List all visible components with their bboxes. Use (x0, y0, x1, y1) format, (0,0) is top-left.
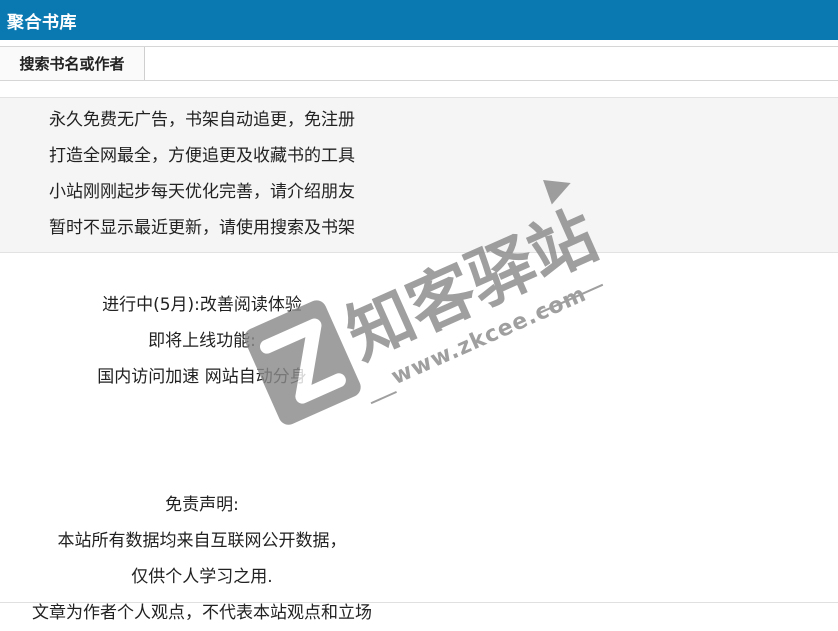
search-row: 搜索书名或作者 (0, 46, 838, 81)
in-progress-text: 进行中(5月):改善阅读体验 (102, 295, 302, 315)
disclaimer-title: 免责声明: (165, 495, 239, 515)
notice-line: 暂时不显示最近更新，请使用搜索及书架 (49, 218, 355, 238)
disclaimer-section: 免责声明: 本站所有数据均来自互联网公开数据， 仅供个人学习之用. 文章为作者个… (0, 487, 838, 631)
disclaimer-line: 本站所有数据均来自互联网公开数据， (57, 531, 347, 551)
roadmap-section: 进行中(5月):改善阅读体验 即将上线功能: 国内访问加速 网站自动分身 (0, 287, 838, 395)
site-title[interactable]: 聚合书库 (7, 8, 77, 33)
top-bar: 聚合书库 (0, 0, 838, 40)
upcoming-items: 国内访问加速 网站自动分身 (97, 367, 307, 387)
notice-panel: 永久免费无广告，书架自动追更，免注册 打造全网最全，方便追更及收藏书的工具 小站… (0, 97, 838, 253)
notice-line: 永久免费无广告，书架自动追更，免注册 (49, 110, 355, 130)
upcoming-title: 即将上线功能: (148, 331, 256, 351)
notice-line: 打造全网最全，方便追更及收藏书的工具 (49, 146, 355, 166)
disclaimer-line: 仅供个人学习之用. (131, 567, 273, 587)
disclaimer-line: 文章为作者个人观点，不代表本站观点和立场 (32, 603, 372, 623)
bottom-divider (0, 602, 838, 603)
notice-line: 小站刚刚起步每天优化完善，请介绍朋友 (49, 182, 355, 202)
search-label[interactable]: 搜索书名或作者 (0, 47, 145, 80)
search-input[interactable] (145, 47, 838, 80)
